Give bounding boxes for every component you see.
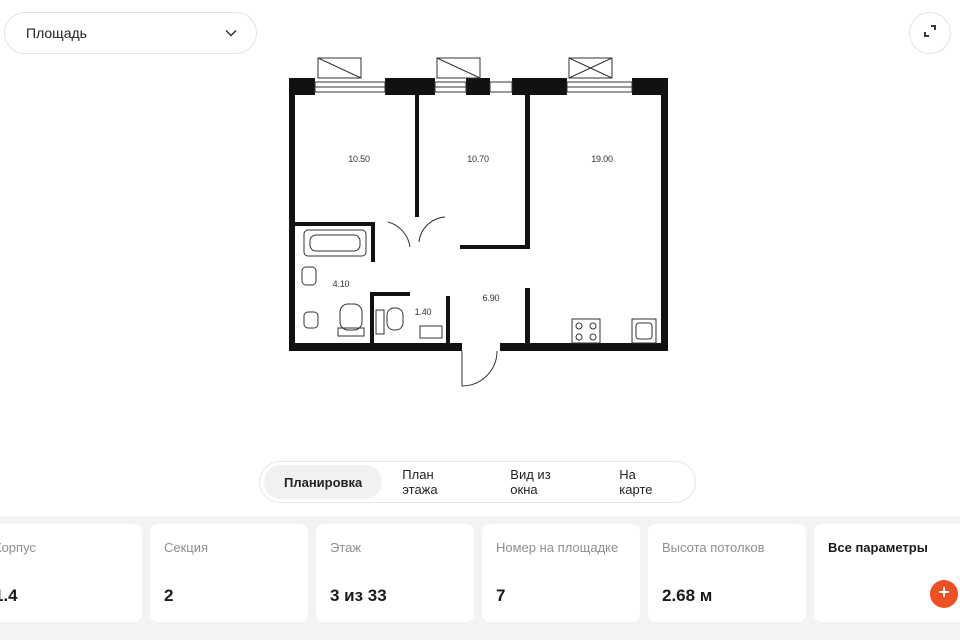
param-title: Номер на площадке (496, 540, 619, 555)
room-area-bathroom: 4.10 (332, 279, 350, 289)
param-card-floor: Этаж 3 из 33 (316, 524, 474, 622)
param-card-ceiling-height: Высота потолков 2.68 м (648, 524, 806, 622)
param-card-building: Корпус 1.4 (0, 524, 142, 622)
param-title: Этаж (330, 540, 362, 555)
floor-plan-drawing (289, 57, 668, 387)
param-title: Секция (164, 540, 209, 555)
room-area-hallway: 6.90 (482, 293, 500, 303)
area-dropdown[interactable]: Площадь (4, 12, 257, 54)
param-title: Высота потолков (662, 540, 765, 555)
tab-plan[interactable]: Планировка (264, 465, 383, 499)
param-card-section: Секция 2 (150, 524, 308, 622)
param-value: 1.4 (0, 586, 18, 605)
room-area-bedroom-2: 10.70 (467, 154, 489, 164)
tab-map[interactable]: На карте (599, 465, 691, 499)
param-value: 2 (164, 586, 174, 605)
room-area-kitchen-living: 19.00 (591, 154, 613, 164)
view-tabs: Планировка План этажа Вид из окна На кар… (259, 461, 696, 503)
param-card-apartment-number: Номер на площадке 7 (482, 524, 640, 622)
room-area-bedroom-1: 10.50 (348, 154, 370, 164)
tab-window-view[interactable]: Вид из окна (490, 465, 599, 499)
expand-icon (923, 24, 937, 43)
room-area-toilet: 1.40 (414, 307, 432, 317)
param-value: 3 из 33 (330, 586, 387, 605)
all-params-card[interactable]: Все параметры (814, 524, 960, 622)
expand-button[interactable] (909, 12, 951, 54)
tab-floor-plan[interactable]: План этажа (382, 465, 490, 499)
all-params-button[interactable] (930, 580, 958, 608)
floor-plan: 10.50 10.70 19.00 4.10 1.40 6.90 (280, 52, 680, 397)
param-value: 7 (496, 586, 506, 605)
param-value: 2.68 м (662, 586, 713, 605)
param-title: Корпус (0, 540, 36, 555)
plus-icon (938, 585, 950, 603)
all-params-label: Все параметры (828, 540, 928, 555)
area-dropdown-label: Площадь (26, 25, 87, 41)
chevron-down-icon (224, 26, 238, 40)
